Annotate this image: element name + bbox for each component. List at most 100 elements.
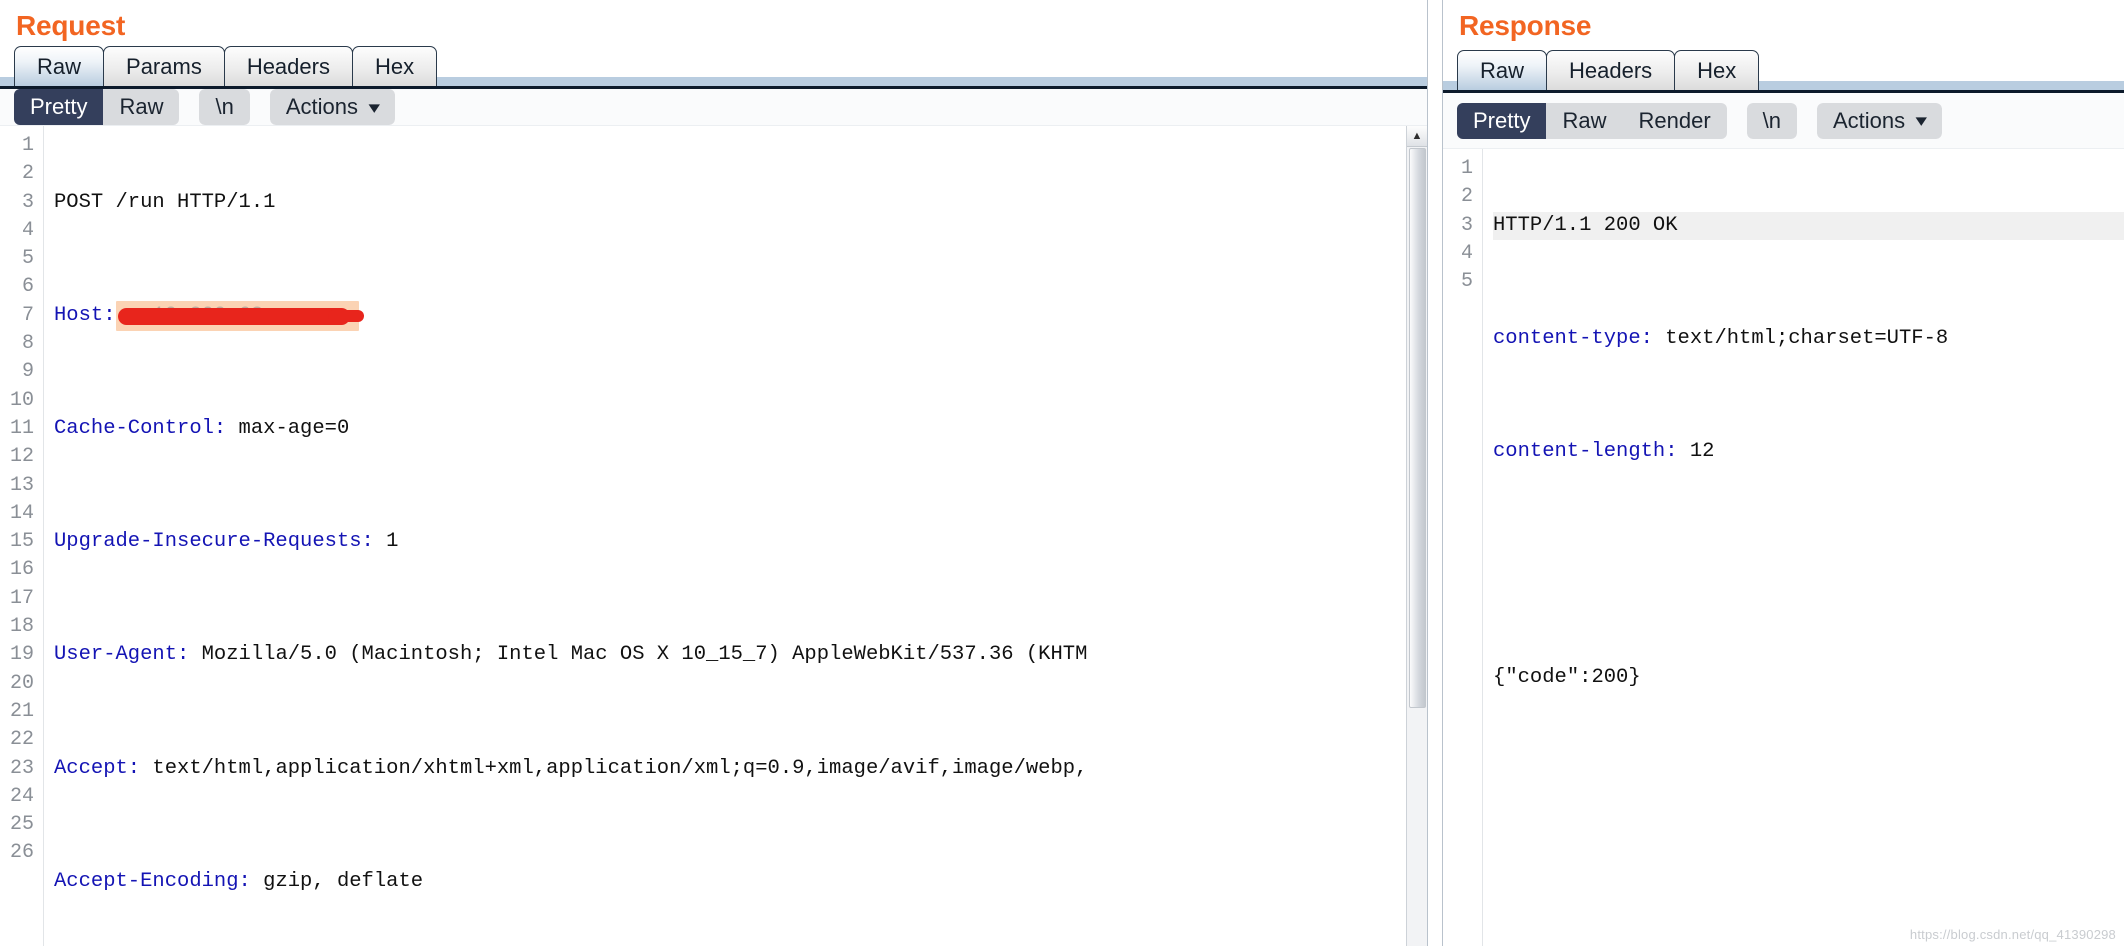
line-number: 19 [9,643,34,667]
response-line-3: content-length: 12 [1493,438,2124,466]
request-raw-button[interactable]: Raw [103,89,180,125]
request-title: Request [16,10,126,41]
line-number: 2 [21,162,34,186]
request-tab-strip: Raw Params Headers Hex [0,46,1427,89]
request-line-4: Upgrade-Insecure-Requests: 1 [54,528,1427,556]
line-number: 15 [9,530,34,554]
cache-control-name: Cache-Control: [54,416,227,440]
request-line-7: Accept-Encoding: gzip, deflate [54,868,1427,896]
request-actions-label: Actions [285,94,358,119]
response-json-key: "code" [1505,666,1580,690]
response-actions-button[interactable]: Actions ▾ [1817,102,1942,139]
request-tab-raw[interactable]: Raw [14,46,105,86]
line-number: 21 [9,699,34,723]
line-number: 26 [9,841,34,865]
response-line-2: content-type: text/html;charset=UTF-8 [1493,325,2124,353]
http-request-response-viewer: Request Raw Params Headers Hex Pretty Ra… [0,0,2124,946]
line-number: 16 [9,558,34,582]
response-status-line: HTTP/1.1 200 OK [1493,211,2124,240]
line-number: 22 [9,728,34,752]
response-code-text: HTTP/1.1 200 OK content-type: text/html;… [1483,149,2124,946]
line-number: 17 [9,586,34,610]
response-newline-button[interactable]: \n [1746,102,1797,139]
response-json-open: { [1493,666,1506,690]
accept-name: Accept: [54,756,141,780]
request-pretty-button[interactable]: Pretty [14,89,104,125]
line-number: 2 [1460,185,1473,209]
response-body-line: {"code":200} [1493,664,2124,692]
line-number: 18 [9,615,34,639]
response-json-colon: : [1579,666,1592,690]
response-render-button[interactable]: Render [1622,102,1727,139]
upgrade-insecure-name: Upgrade-Insecure-Requests: [54,530,374,554]
watermark: https://blog.csdn.net/qq_41390298 [1909,927,2116,942]
line-number: 4 [1460,241,1473,265]
response-tab-strip: Raw Headers Hex [1443,46,2124,93]
response-content-length-value: 12 [1677,439,1715,463]
chevron-down-icon: ▾ [368,97,381,117]
line-number: 14 [9,501,34,525]
host-header-name: Host: [54,303,116,327]
request-newline-group: \n [199,89,250,125]
response-title: Response [1459,10,1592,41]
response-tab-hex[interactable]: Hex [1674,50,1760,90]
line-number: 12 [9,445,34,469]
line-number: 24 [9,784,34,808]
response-tab-headers[interactable]: Headers [1546,50,1676,90]
line-number: 7 [21,303,34,327]
line-number: 10 [9,388,34,412]
accept-encoding-name: Accept-Encoding: [54,869,251,893]
request-newline-button[interactable]: \n [199,89,250,125]
request-line-6: Accept: text/html,application/xhtml+xml,… [54,755,1427,783]
line-number: 3 [21,190,34,214]
pane-divider[interactable] [1427,0,1443,946]
response-newline-group: \n [1746,102,1797,139]
line-number: 25 [9,813,34,837]
response-line-4-blank [1493,551,2124,579]
response-pretty-button[interactable]: Pretty [1457,102,1547,139]
line-number: 1 [21,134,34,157]
line-number: 13 [9,473,34,497]
cache-control-value: max-age=0 [226,416,350,440]
response-code-area[interactable]: 1 2 3 4 5 HTTP/1.1 200 OK content-type: … [1443,149,2124,946]
triangle-up-icon[interactable]: ▲ [1406,126,1427,147]
chevron-down-icon: ▾ [1915,111,1928,130]
line-number: 9 [21,360,34,384]
request-view-mode-group: Pretty Raw [14,89,180,125]
request-code-text: POST /run HTTP/1.1 Host: 10.200.63 Cache… [44,126,1427,946]
response-actions-group: Actions ▾ [1817,102,1942,139]
request-tab-params[interactable]: Params [103,46,225,86]
redaction-bar-tail [327,309,364,322]
line-number: 5 [21,247,34,271]
response-raw-button[interactable]: Raw [1546,102,1623,139]
line-number: 11 [9,416,34,440]
line-number: 3 [1460,213,1473,237]
request-actions-button[interactable]: Actions ▾ [269,89,395,125]
line-number: 8 [21,332,34,356]
line-number: 6 [21,275,34,299]
response-actions-label: Actions [1833,107,1906,133]
response-view-mode-group: Pretty Raw Render [1457,102,1727,139]
user-agent-value: Mozilla/5.0 (Macintosh; Intel Mac OS X 1… [189,643,1088,667]
response-tab-raw[interactable]: Raw [1457,50,1548,90]
line-number: 20 [9,671,34,695]
line-number: 4 [21,218,34,242]
accept-encoding-value: gzip, deflate [250,869,424,893]
request-actions-group: Actions ▾ [269,89,395,125]
scrollbar-thumb[interactable] [1408,148,1426,708]
accept-value: text/html,application/xhtml+xml,applicat… [140,756,1088,780]
request-vertical-scrollbar[interactable]: ▲ [1406,126,1427,946]
response-json-value: 200 [1591,666,1629,690]
request-code-area[interactable]: 1 2 3 4 5 6 7 8 9 10 11 12 13 14 15 16 1… [0,126,1427,946]
request-line-3: Cache-Control: max-age=0 [54,415,1427,443]
response-line-numbers: 1 2 3 4 5 [1443,149,1483,946]
request-line-numbers: 1 2 3 4 5 6 7 8 9 10 11 12 13 14 15 16 1… [0,126,44,946]
request-pane: Request Raw Params Headers Hex Pretty Ra… [0,0,1427,946]
request-line-5: User-Agent: Mozilla/5.0 (Macintosh; Inte… [54,641,1427,669]
request-tab-hex[interactable]: Hex [351,46,438,86]
response-toolbar: Pretty Raw Render \n Actions ▾ [1443,93,2124,149]
request-line-1: POST /run HTTP/1.1 [54,189,1427,217]
line-number: 23 [9,756,34,780]
request-tab-headers[interactable]: Headers [223,46,353,86]
response-content-type-name: content-type: [1493,326,1653,350]
